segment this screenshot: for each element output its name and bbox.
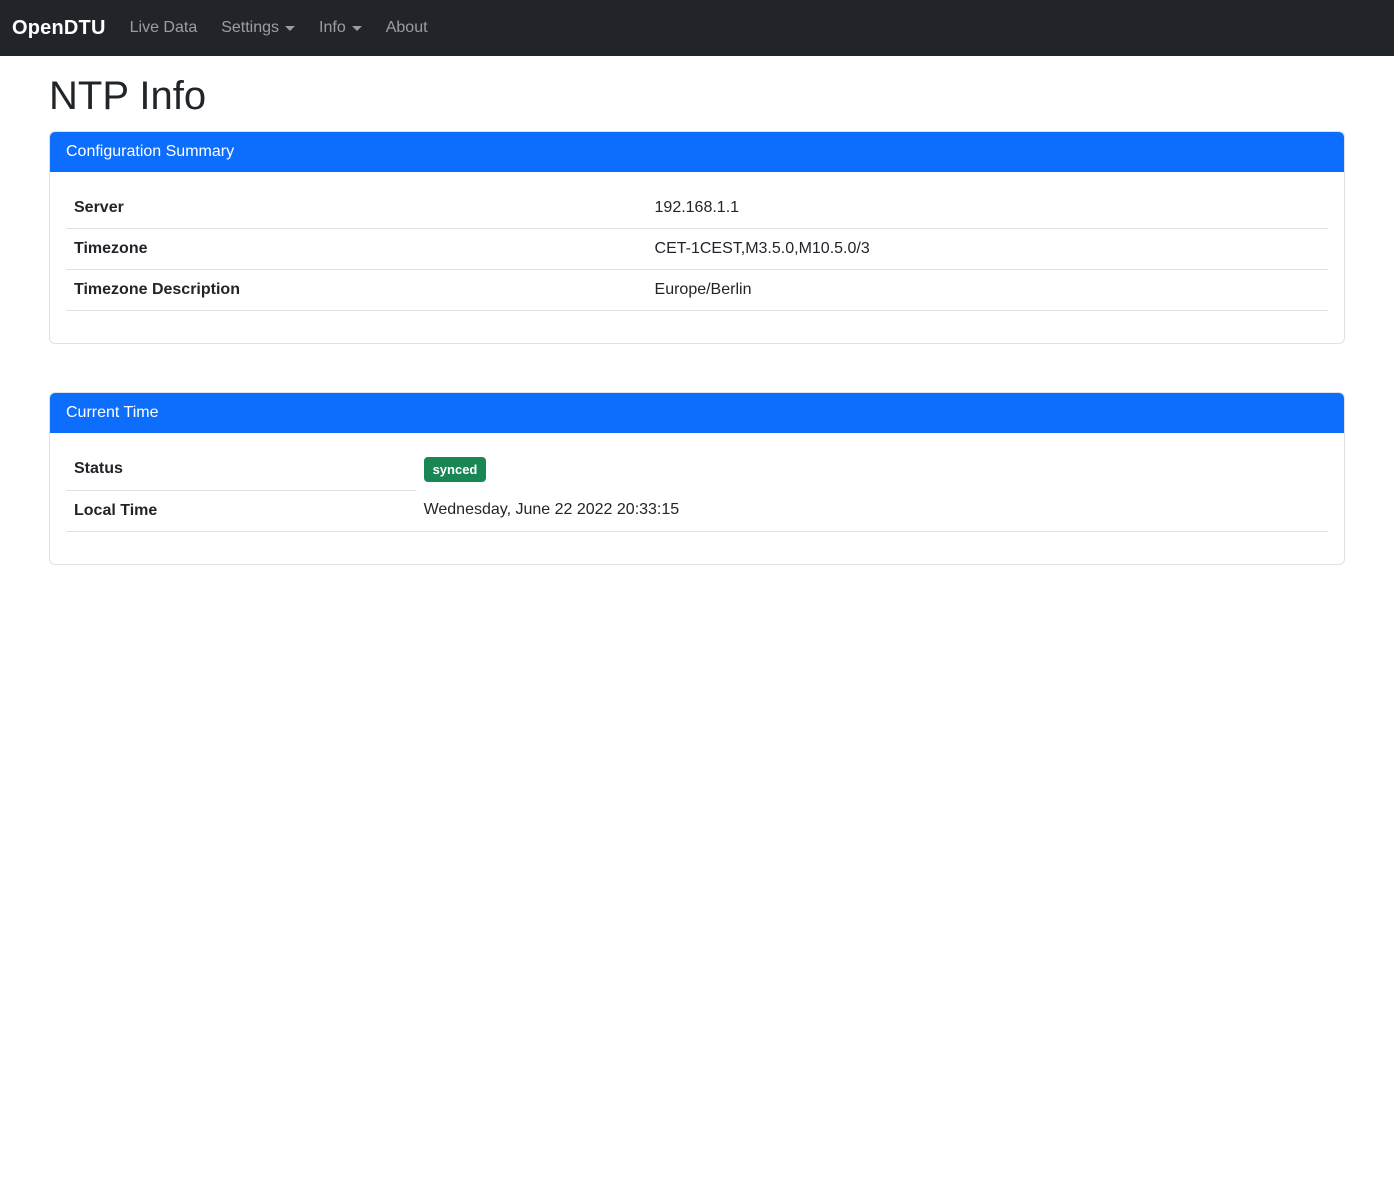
configuration-summary-header: Configuration Summary bbox=[50, 132, 1344, 172]
nav-item-info-label: Info bbox=[319, 19, 346, 37]
table-row-status: Status synced bbox=[66, 449, 1328, 490]
row-label-timezone: Timezone bbox=[66, 229, 647, 270]
navbar-brand[interactable]: OpenDTU bbox=[12, 17, 106, 40]
row-value-timezone-description: Europe/Berlin bbox=[647, 270, 1328, 311]
current-time-body: Status synced Local Time Wednesday, June… bbox=[50, 433, 1344, 564]
navbar-nav: Live Data Settings Info About bbox=[122, 11, 444, 45]
row-label-timezone-description: Timezone Description bbox=[66, 270, 647, 311]
nav-item-live-data[interactable]: Live Data bbox=[122, 11, 206, 45]
row-value-timezone: CET-1CEST,M3.5.0,M10.5.0/3 bbox=[647, 229, 1328, 270]
table-row-timezone-description: Timezone Description Europe/Berlin bbox=[66, 270, 1328, 311]
nav-item-live-data-label: Live Data bbox=[130, 19, 198, 37]
current-time-card: Current Time Status synced Local Time We… bbox=[49, 392, 1345, 565]
row-label-server: Server bbox=[66, 188, 647, 229]
configuration-summary-body: Server 192.168.1.1 Timezone CET-1CEST,M3… bbox=[50, 172, 1344, 343]
nav-item-settings-label: Settings bbox=[221, 19, 279, 37]
page-title: NTP Info bbox=[49, 72, 1345, 120]
page-root: OpenDTU Live Data Settings Info bbox=[0, 0, 1394, 1200]
table-row-timezone: Timezone CET-1CEST,M3.5.0,M10.5.0/3 bbox=[66, 229, 1328, 270]
table-row-server: Server 192.168.1.1 bbox=[66, 188, 1328, 229]
status-badge: synced bbox=[424, 457, 487, 482]
row-value-local-time: Wednesday, June 22 2022 20:33:15 bbox=[416, 490, 1328, 531]
current-time-header: Current Time bbox=[50, 393, 1344, 433]
main-container: NTP Info Configuration Summary Server 19… bbox=[37, 72, 1357, 565]
nav-item-about-label: About bbox=[386, 19, 428, 37]
table-row-local-time: Local Time Wednesday, June 22 2022 20:33… bbox=[66, 490, 1328, 531]
configuration-summary-card: Configuration Summary Server 192.168.1.1… bbox=[49, 131, 1345, 344]
chevron-down-icon bbox=[352, 26, 362, 31]
nav-item-settings[interactable]: Settings bbox=[213, 11, 303, 45]
current-time-table: Status synced Local Time Wednesday, June… bbox=[66, 449, 1328, 532]
row-label-local-time: Local Time bbox=[66, 490, 416, 531]
nav-item-info[interactable]: Info bbox=[311, 11, 370, 45]
top-navbar: OpenDTU Live Data Settings Info bbox=[0, 0, 1394, 56]
configuration-summary-table: Server 192.168.1.1 Timezone CET-1CEST,M3… bbox=[66, 188, 1328, 311]
nav-item-about[interactable]: About bbox=[378, 11, 436, 45]
row-label-status: Status bbox=[66, 449, 416, 490]
row-value-status: synced bbox=[416, 449, 1328, 490]
row-value-server: 192.168.1.1 bbox=[647, 188, 1328, 229]
chevron-down-icon bbox=[285, 26, 295, 31]
